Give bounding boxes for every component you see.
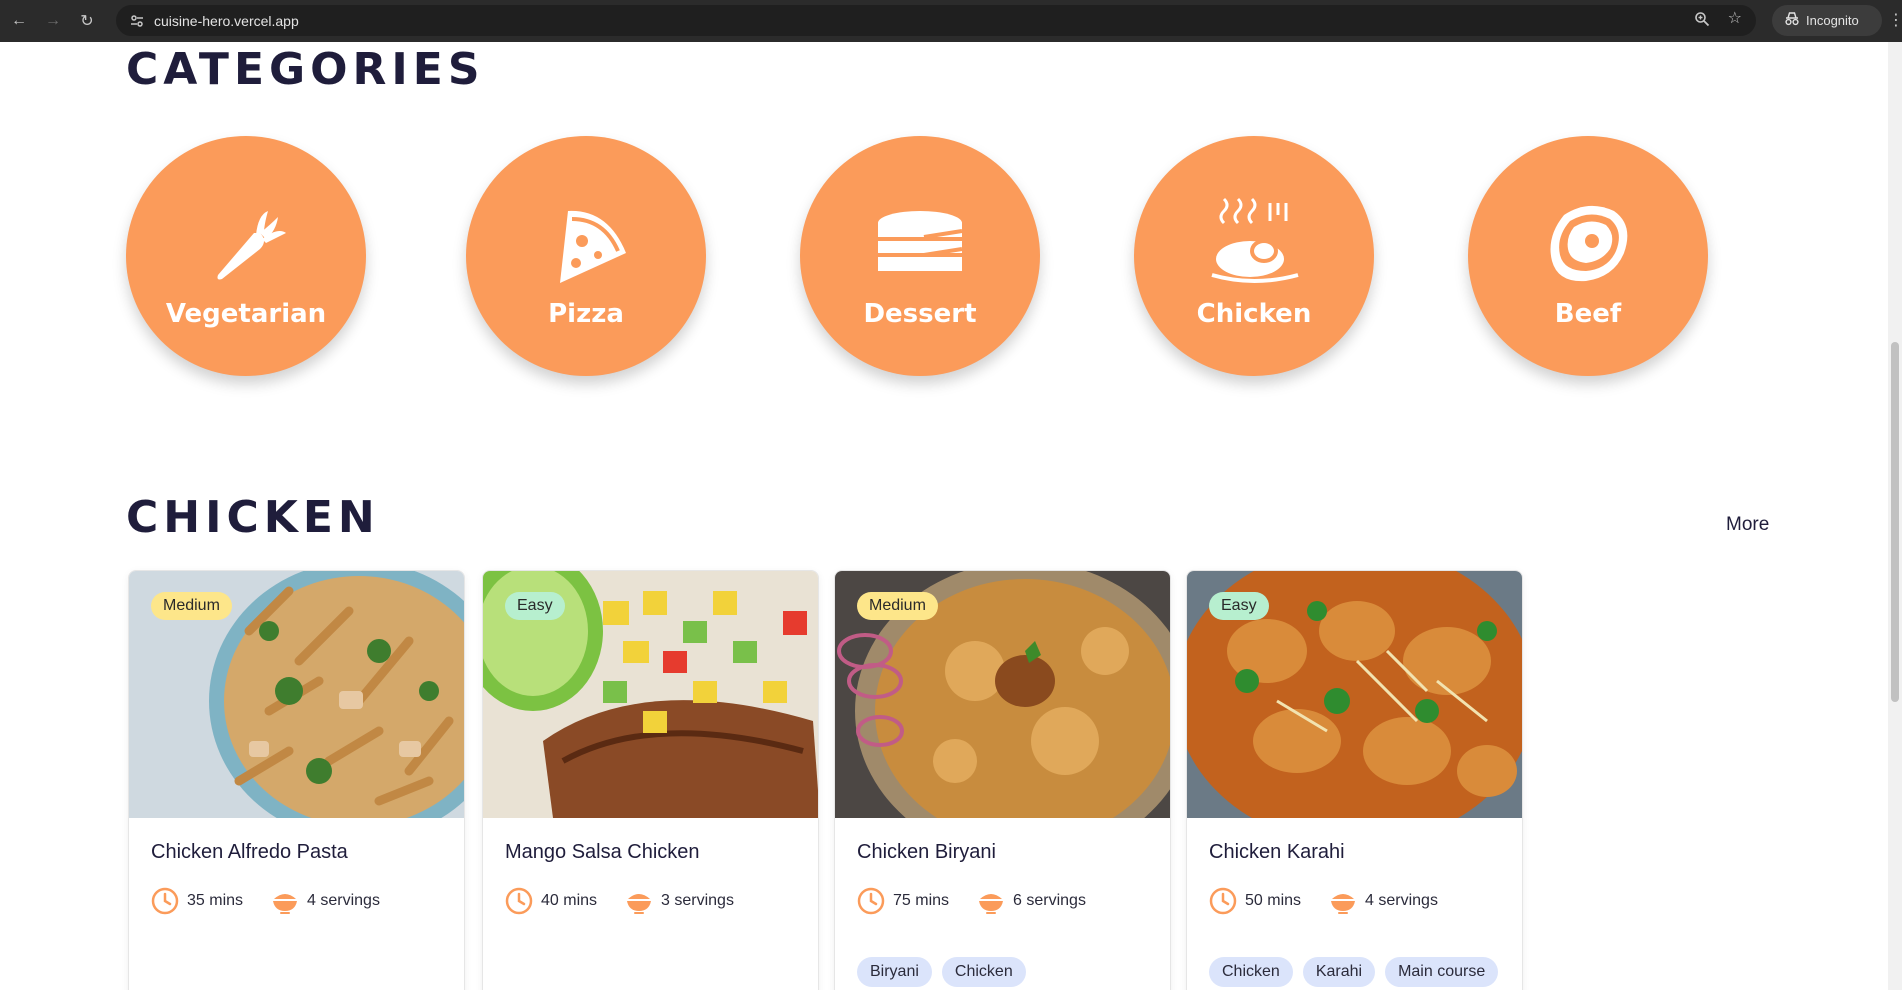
servings: 4 servings [307,892,380,909]
category-chicken[interactable]: Chicken [1134,136,1374,376]
recipe-card[interactable]: Easy Mango Salsa Chicken 40 mins 3 servi… [482,570,819,990]
difficulty-badge: Easy [1209,592,1269,620]
tag-list: Chicken Karahi Main course [1209,957,1499,987]
page-scrollbar[interactable] [1888,42,1902,990]
bookmark-star-icon[interactable]: ☆ [1728,11,1742,32]
bowl-icon [627,894,652,914]
bowl-icon [1331,894,1356,914]
reload-button[interactable]: ↻ [72,6,102,36]
cook-time: 40 mins [541,892,598,909]
bowl-icon [979,894,1004,914]
recipe-card-list: Medium Chicken Alfredo Pasta 35 mins 4 s… [128,570,1528,990]
back-button[interactable]: ← [4,6,34,36]
tag-chip[interactable]: Biryani [857,957,932,987]
recipe-image: Easy [1187,571,1522,818]
recipe-image: Medium [835,571,1170,818]
arrow-left-icon: ← [11,12,27,29]
recipe-image: Easy [483,571,818,818]
category-label: Chicken [1196,299,1312,329]
carrot-icon [217,211,286,280]
cook-time: 35 mins [187,892,244,909]
forward-button[interactable]: → [38,6,68,36]
bowl-icon [273,894,298,914]
scrollbar-thumb[interactable] [1891,342,1899,702]
page-content: CATEGORIES Vegetarian Pizza Dessert Chic… [0,42,1902,990]
cake-icon [878,211,963,271]
recipe-title: Chicken Alfredo Pasta [151,841,348,863]
tag-chip[interactable]: Karahi [1302,957,1376,987]
incognito-label: Incognito [1806,13,1859,28]
recipe-title: Chicken Karahi [1209,841,1345,863]
recipe-meta: 35 mins 4 servings [151,887,380,915]
tag-chip[interactable]: Chicken [941,957,1026,987]
category-beef[interactable]: Beef [1468,136,1708,376]
servings: 6 servings [1013,892,1086,909]
difficulty-badge: Medium [151,592,232,620]
recipe-meta: 40 mins 3 servings [505,887,734,915]
steak-icon [1550,205,1628,282]
recipe-card[interactable]: Easy Chicken Karahi 50 mins 4 servings C… [1186,570,1523,990]
difficulty-badge: Easy [505,592,565,620]
category-label: Vegetarian [165,299,327,329]
arrow-right-icon: → [45,12,61,29]
recipe-meta: 75 mins 6 servings [857,887,1086,915]
recipe-meta: 50 mins 4 servings [1209,887,1438,915]
recipe-image: Medium [129,571,464,818]
cook-time: 75 mins [893,892,950,909]
clock-icon [151,887,179,915]
servings: 4 servings [1365,892,1438,909]
browser-toolbar: ← → ↻ cuisine-hero.vercel.app ☆ Incognit… [0,0,1902,42]
categories-list: Vegetarian Pizza Dessert Chicken Beef [126,136,1708,382]
roast-chicken-icon [1211,197,1299,283]
incognito-icon [1784,12,1800,29]
category-pizza[interactable]: Pizza [466,136,706,376]
chicken-heading: CHICKEN [126,492,380,543]
categories-heading: CATEGORIES [126,44,485,95]
incognito-chip[interactable]: Incognito [1772,5,1882,36]
clock-icon [505,887,533,915]
site-settings-icon[interactable] [128,12,146,30]
reload-icon: ↻ [80,13,94,30]
tag-list: Biryani Chicken [857,957,1026,987]
recipe-title: Chicken Biryani [857,841,996,863]
tag-chip[interactable]: Main course [1385,957,1499,987]
clock-icon [857,887,885,915]
servings: 3 servings [661,892,734,909]
category-label: Dessert [863,299,977,329]
category-vegetarian[interactable]: Vegetarian [126,136,366,376]
zoom-icon[interactable] [1694,11,1710,32]
address-bar[interactable]: cuisine-hero.vercel.app ☆ [116,5,1756,36]
category-label: Beef [1554,299,1622,329]
more-link[interactable]: More [1726,514,1769,536]
difficulty-badge: Medium [857,592,938,620]
recipe-title: Mango Salsa Chicken [505,841,700,863]
clock-icon [1209,887,1237,915]
url-text[interactable]: cuisine-hero.vercel.app [154,13,299,29]
recipe-card[interactable]: Medium Chicken Biryani 75 mins 6 serving… [834,570,1171,990]
recipe-card[interactable]: Medium Chicken Alfredo Pasta 35 mins 4 s… [128,570,465,990]
browser-menu-icon[interactable]: ⋮ [1888,10,1902,30]
cook-time: 50 mins [1245,892,1302,909]
pizza-slice-icon [560,210,626,283]
category-label: Pizza [548,299,624,329]
tag-chip[interactable]: Chicken [1209,957,1293,987]
category-dessert[interactable]: Dessert [800,136,1040,376]
